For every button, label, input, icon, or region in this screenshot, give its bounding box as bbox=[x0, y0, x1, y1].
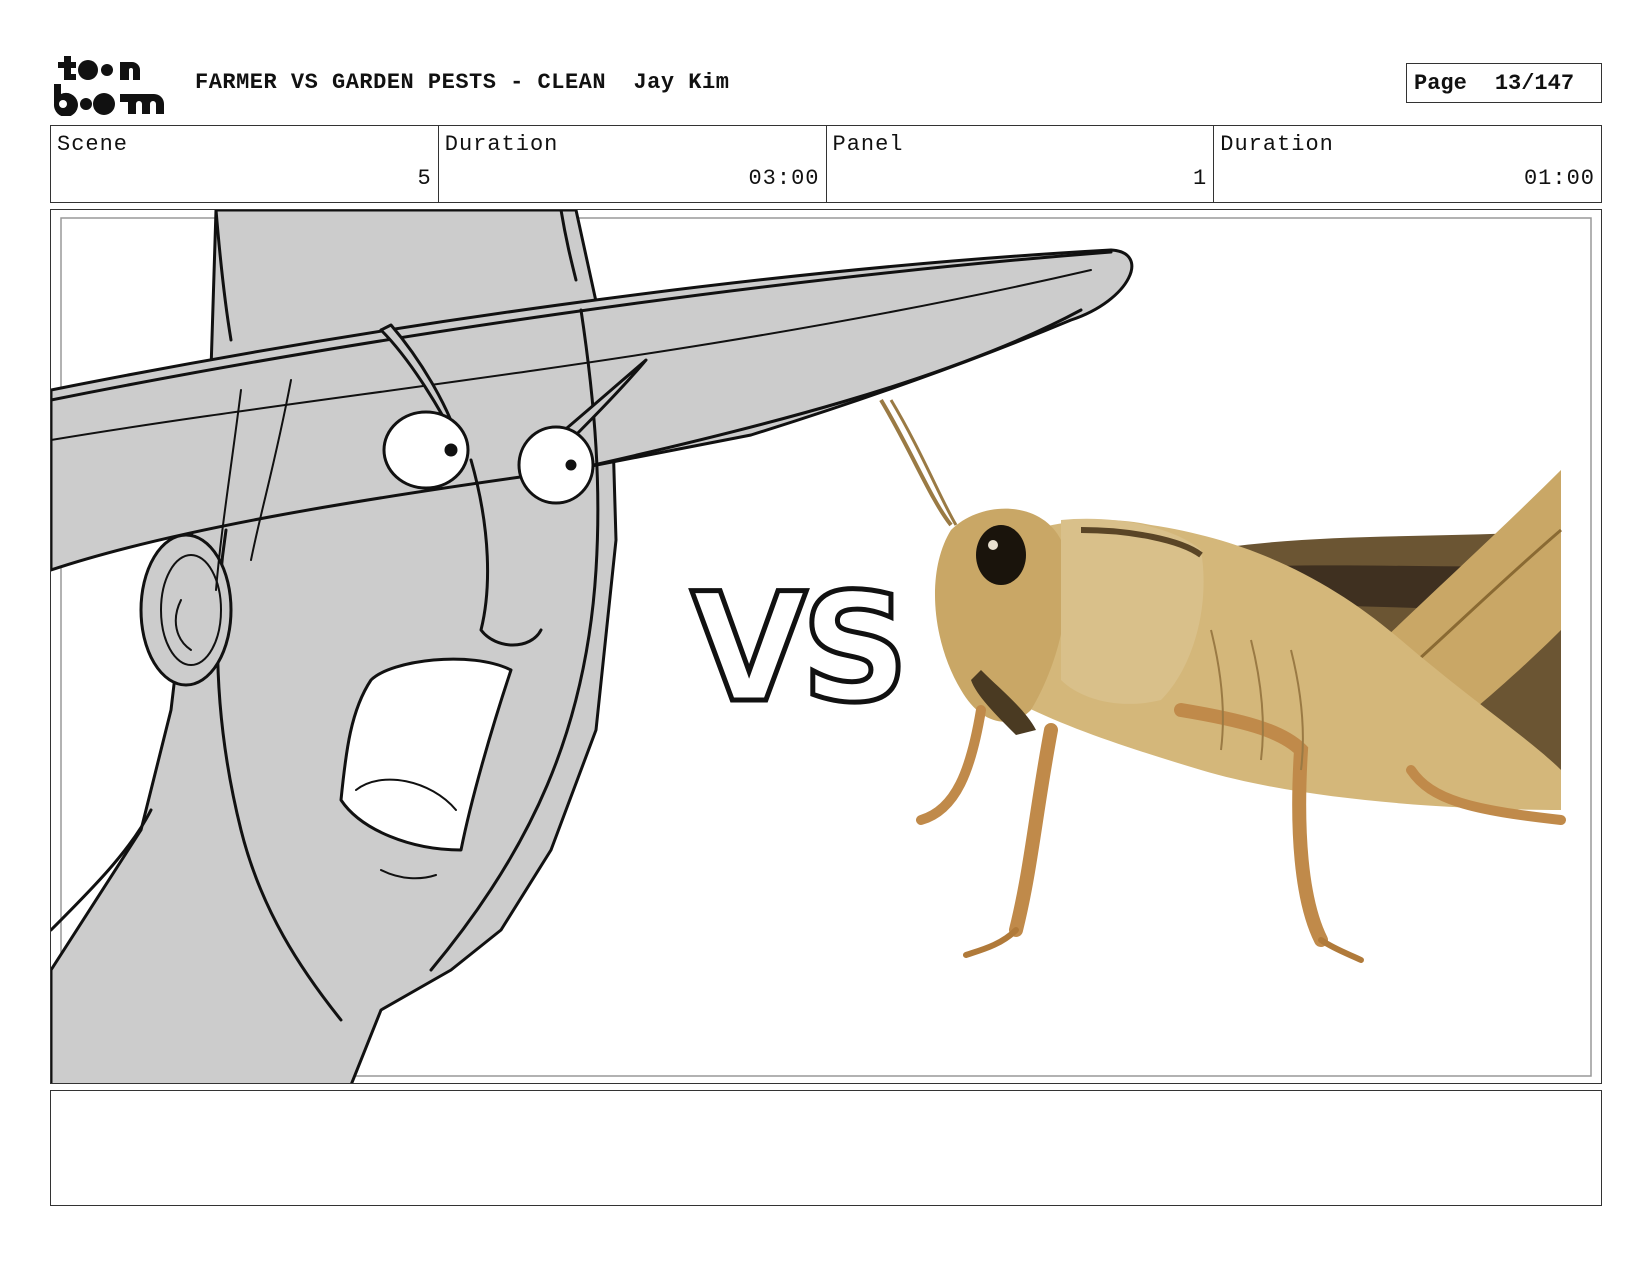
scene-duration-value: 03:00 bbox=[748, 166, 820, 191]
panel-duration-value: 01:00 bbox=[1523, 166, 1595, 191]
vs-lettering: VS bbox=[689, 560, 912, 739]
toon-boom-logo bbox=[52, 52, 172, 117]
page-indicator: Page 13/147 bbox=[1406, 63, 1602, 103]
panel-value: 1 bbox=[1193, 166, 1208, 191]
scene-duration-label: Duration bbox=[444, 132, 559, 157]
page-number: 13/147 bbox=[1494, 70, 1575, 96]
scene-info-row: Scene 5 Duration 03:00 Panel 1 Duration … bbox=[50, 125, 1602, 203]
panel-duration-cell: Duration 01:00 bbox=[1214, 126, 1601, 202]
scene-label: Scene bbox=[57, 132, 129, 157]
panel-cell: Panel 1 bbox=[827, 126, 1215, 202]
panel-duration-label: Duration bbox=[1220, 132, 1334, 157]
author-name: Jay Kim bbox=[633, 70, 730, 95]
panel-artwork: VS bbox=[51, 210, 1592, 1083]
panel-label: Panel bbox=[832, 132, 904, 157]
grasshopper-photo bbox=[879, 398, 1566, 963]
scene-cell: Scene 5 bbox=[51, 126, 439, 202]
panel-notes-box bbox=[50, 1090, 1602, 1206]
vs-text: VS bbox=[691, 562, 903, 736]
storyboard-panel: VS bbox=[50, 209, 1602, 1084]
scene-value: 5 bbox=[417, 166, 432, 191]
page-label: Page bbox=[1414, 70, 1467, 96]
project-title-line: FARMER VS GARDEN PESTS - CLEAN Jay Kim bbox=[195, 70, 729, 95]
scene-duration-cell: Duration 03:00 bbox=[439, 126, 827, 202]
project-title: FARMER VS GARDEN PESTS - CLEAN bbox=[195, 70, 607, 95]
